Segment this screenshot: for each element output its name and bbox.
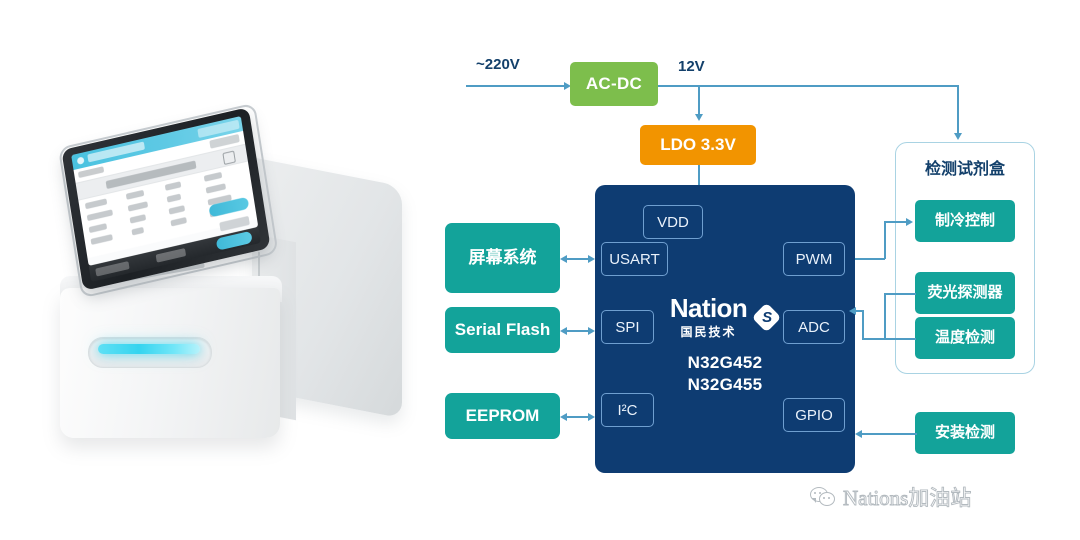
nation-logo-cn: 国民技术 [680, 325, 737, 339]
line-pwm-out [855, 258, 885, 260]
watermark: Nations加油站 [810, 482, 972, 512]
grid-cell [164, 181, 182, 191]
line-flash-to-spi [566, 330, 589, 332]
block-screen-system[interactable]: 屏幕系统 [445, 223, 560, 293]
arrow-to-screen-system [560, 254, 567, 263]
grid-cell [168, 205, 186, 215]
nation-logo-word: Nation [669, 293, 748, 323]
line-fluor-out [884, 293, 916, 295]
wechat-eye-dot [823, 497, 825, 499]
mcu-port-gpio[interactable]: GPIO [783, 398, 845, 432]
block-cooling-control[interactable]: 制冷控制 [915, 200, 1015, 242]
wechat-eye-dot [828, 497, 830, 499]
line-pwm-to-cooling [884, 221, 908, 223]
line-adc-in-v [862, 310, 864, 339]
status-dot-icon [76, 156, 85, 165]
arrow-pwm-to-cooling [906, 217, 913, 226]
arrow-to-eeprom [560, 412, 567, 421]
grid-cell [88, 223, 108, 234]
line-12v-to-ldo [698, 85, 700, 117]
nation-logo-row: Nation 国民技术 S [669, 293, 782, 340]
block-serial-flash[interactable]: Serial Flash [445, 307, 560, 353]
line-fluor-down [884, 293, 886, 338]
arrow-12v-to-kit [953, 133, 962, 140]
mcu-port-usart[interactable]: USART [601, 242, 668, 276]
arrow-to-i2c [588, 412, 595, 421]
wechat-bubble-small [819, 492, 835, 506]
touchscreen-assembly [57, 102, 279, 299]
arrow-to-serial-flash [560, 326, 567, 335]
arrow-to-usart [588, 254, 595, 263]
line-install-to-gpio [861, 433, 917, 435]
wechat-eye-dot [814, 492, 816, 494]
line-pwm-up [884, 221, 886, 259]
wechat-bubble-tail [812, 498, 816, 503]
system-block-diagram: ~220V AC-DC 12V LDO 3.3V VDD USART SPI I… [440, 0, 1080, 540]
line-adc-in-tail [855, 310, 864, 312]
line-mains-to-acdc [466, 85, 566, 87]
line-12v-rail [658, 85, 958, 87]
mcu-part-number-2: N32G455 [687, 375, 763, 394]
mcu-port-i2c[interactable]: I²C [601, 393, 654, 427]
block-installation-detection[interactable]: 安装检测 [915, 412, 1015, 454]
nation-logo-text: Nation 国民技术 [669, 293, 748, 340]
nation-diamond-icon: S [751, 302, 782, 332]
grid-cell [84, 198, 108, 210]
device-photo [0, 0, 440, 540]
mcu-block[interactable]: VDD USART SPI I²C PWM ADC GPIO Nation 国民… [595, 185, 855, 473]
mcu-port-vdd[interactable]: VDD [643, 205, 703, 239]
line-12v-to-kit [957, 85, 959, 135]
diamond-s-glyph: S [762, 309, 773, 326]
arrow-to-gpio [855, 429, 862, 438]
grid-cell [203, 171, 223, 182]
line-eeprom-to-i2c [566, 416, 589, 418]
wechat-eye-dot [819, 492, 821, 494]
wechat-icon [810, 487, 836, 507]
mcu-port-pwm[interactable]: PWM [783, 242, 845, 276]
block-fluorescence-detector[interactable]: 荧光探测器 [915, 272, 1015, 314]
block-eeprom[interactable]: EEPROM [445, 393, 560, 439]
line-temp-out [884, 338, 916, 340]
block-ldo-3v3[interactable]: LDO 3.3V [640, 125, 756, 165]
watermark-text: Nations加油站 [843, 486, 972, 511]
home-icon [222, 150, 236, 166]
block-temperature-detection[interactable]: 温度检测 [915, 317, 1015, 359]
grid-cell [90, 234, 113, 245]
chin-brand-center [155, 248, 187, 263]
grid-cell [131, 226, 145, 236]
grid-cell [166, 193, 182, 203]
block-ac-dc[interactable]: AC-DC [570, 62, 658, 106]
sample-drawer-glow [98, 344, 200, 354]
line-screen-to-usart [566, 258, 589, 260]
grid-cell [86, 209, 114, 222]
grid-cell [129, 214, 147, 224]
line-adc-in-h [862, 338, 886, 340]
nation-logo: Nation 国民技术 S [595, 295, 855, 340]
grid-cell [125, 189, 145, 200]
input-voltage-label: ~220V [476, 56, 520, 73]
rail-voltage-label: 12V [678, 58, 705, 75]
detection-kit-title: 检测试剂盒 [924, 161, 1005, 178]
arrow-12v-to-ldo [694, 114, 703, 121]
arrow-to-spi [588, 326, 595, 335]
mcu-part-number-1: N32G452 [687, 353, 763, 372]
grid-cell [170, 216, 187, 227]
grid-cell [127, 201, 149, 212]
grid-cell [205, 183, 227, 194]
arrow-to-adc [849, 306, 856, 315]
